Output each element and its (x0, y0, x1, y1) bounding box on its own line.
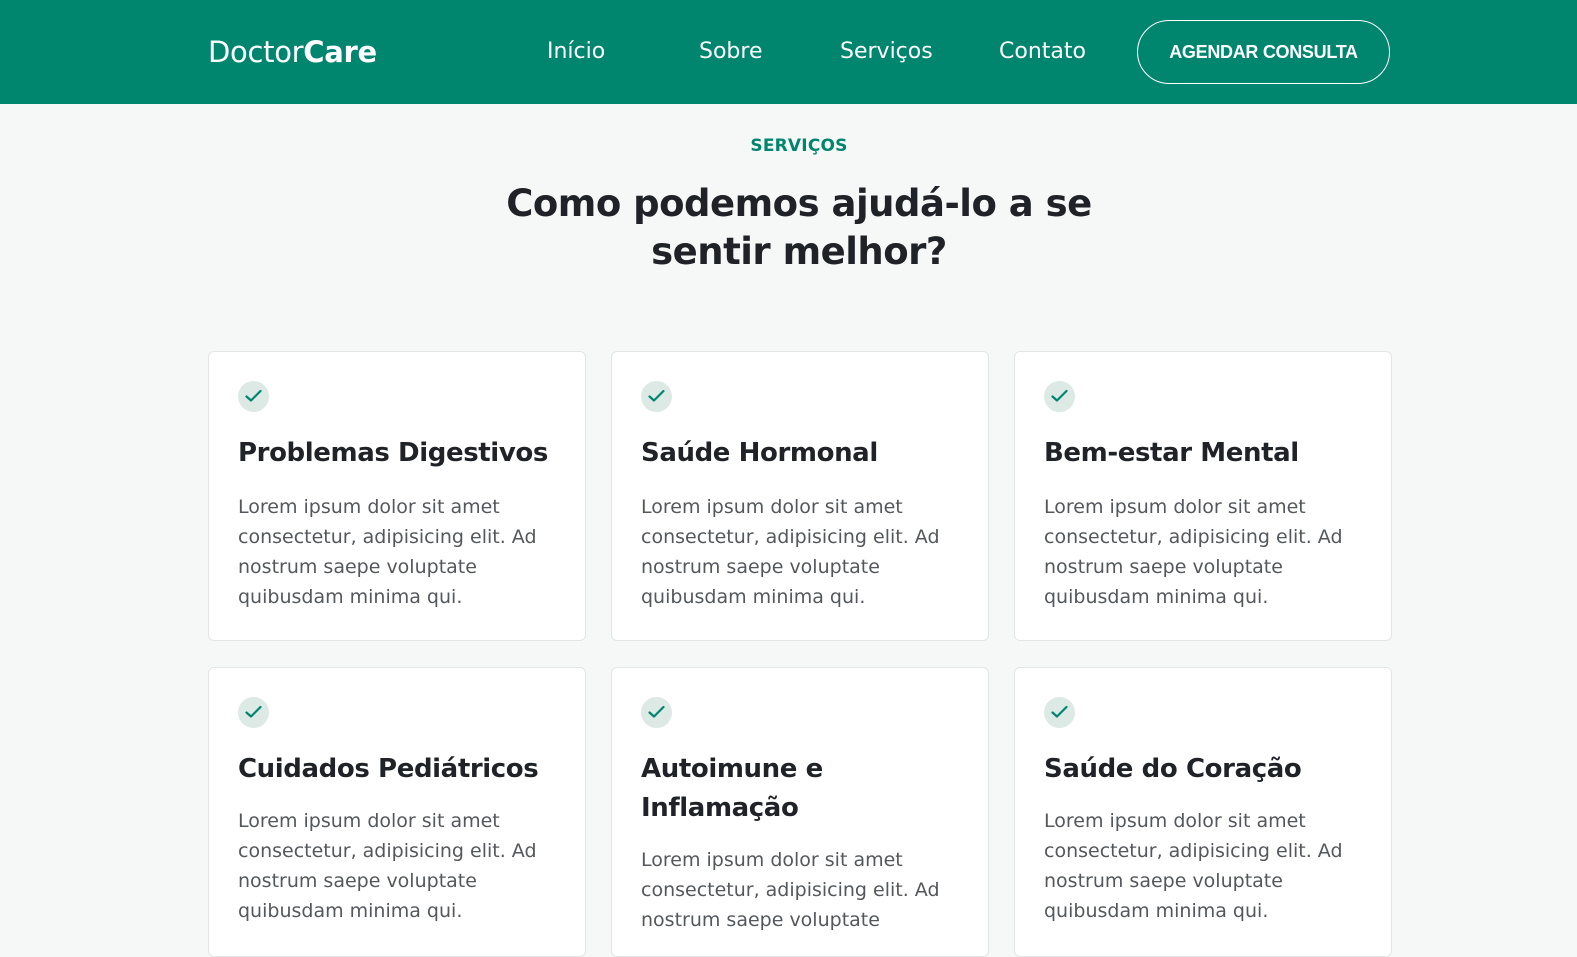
section-title: Como podemos ajudá-lo a se sentir melhor… (506, 182, 1092, 273)
service-card-text: Lorem ipsum dolor sit amet consectetur, … (1044, 496, 1343, 608)
service-card-text: Lorem ipsum dolor sit amet consectetur, … (238, 496, 537, 608)
nav-link-servicos[interactable]: Serviços (840, 38, 933, 66)
service-card-text: Lorem ipsum dolor sit amet consectetur, … (238, 810, 537, 922)
nav-link-sobre[interactable]: Sobre (699, 38, 763, 66)
service-card-text: Lorem ipsum dolor sit amet consectetur, … (1044, 810, 1343, 922)
service-card-text: Lorem ipsum dolor sit amet consectetur, … (641, 496, 940, 608)
nav-link-contato[interactable]: Contato (999, 38, 1086, 66)
nav-link-inicio[interactable]: Início (547, 38, 605, 66)
logo-light-text: Doctor (208, 35, 304, 69)
section-eyebrow: SERVIÇOS (750, 136, 848, 156)
navbar: DoctorCare Início Sobre Serviços Contato… (0, 0, 1577, 104)
service-card: Saúde do Coração Lorem ipsum dolor sit a… (1014, 667, 1392, 957)
service-card: Autoimune e Inflamação Lorem ipsum dolor… (611, 667, 989, 957)
check-icon (1044, 697, 1075, 728)
check-icon (1044, 381, 1075, 412)
service-card-title: Autoimune e Inflamação (641, 754, 823, 823)
service-card-title: Saúde do Coração (1044, 754, 1302, 784)
check-icon (641, 381, 672, 412)
check-icon (238, 697, 269, 728)
service-card-title: Cuidados Pediátricos (238, 754, 539, 784)
service-card-title: Saúde Hormonal (641, 438, 878, 468)
service-card-text: Lorem ipsum dolor sit amet consectetur, … (641, 849, 940, 931)
service-card: Cuidados Pediátricos Lorem ipsum dolor s… (208, 667, 586, 957)
service-card-title: Problemas Digestivos (238, 438, 548, 468)
schedule-appointment-button[interactable]: AGENDAR CONSULTA (1137, 20, 1390, 84)
logo-bold-text: Care (303, 35, 377, 69)
logo[interactable]: DoctorCare (208, 34, 377, 70)
service-card-title: Bem-estar Mental (1044, 438, 1299, 468)
check-icon (641, 697, 672, 728)
service-card: Problemas Digestivos Lorem ipsum dolor s… (208, 351, 586, 641)
service-card: Bem-estar Mental Lorem ipsum dolor sit a… (1014, 351, 1392, 641)
check-icon (238, 381, 269, 412)
service-card: Saúde Hormonal Lorem ipsum dolor sit ame… (611, 351, 989, 641)
